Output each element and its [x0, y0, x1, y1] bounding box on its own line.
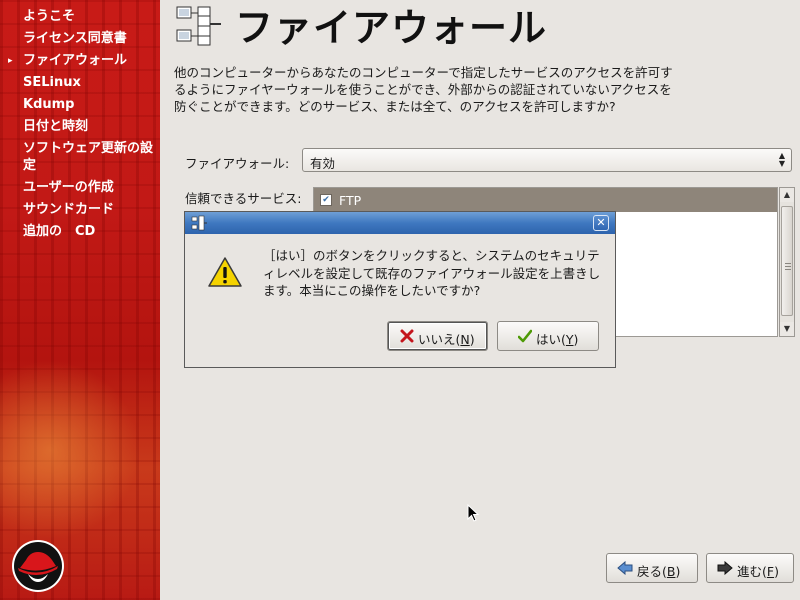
no-button[interactable]: いいえ(N) — [387, 321, 488, 351]
sidebar-item-license: ライセンス同意書 — [23, 31, 127, 46]
redhat-shadowman-logo — [12, 540, 64, 592]
arrow-right-icon — [717, 561, 733, 575]
mouse-pointer-icon — [467, 504, 479, 522]
arrow-left-icon — [617, 561, 633, 575]
yes-button[interactable]: はい(Y) — [497, 321, 599, 351]
back-button[interactable]: 戻る(B) — [606, 553, 698, 583]
warning-icon — [208, 257, 242, 287]
ftp-checkbox[interactable]: ✔ — [320, 194, 332, 206]
sidebar-item-welcome: ようこそ — [23, 9, 76, 24]
firewall-network-icon — [176, 6, 221, 46]
scroll-grip-icon — [785, 263, 791, 264]
sidebar-item-software-update: ソフトウェア更新の設定 — [23, 141, 154, 173]
firewall-select[interactable]: 有効 ▲ ▼ — [302, 148, 792, 172]
next-button[interactable]: 進む(F) — [706, 553, 794, 583]
services-scrollbar[interactable]: ▲ ▼ — [779, 187, 795, 337]
firewall-description: 他のコンピューターからあなたのコンピューターで指定したサービスのアクセスを許可す… — [174, 65, 673, 114]
confirm-dialog: ✕ ［はい］のボタンをクリックすると、システムのセキュリティレベルを設定して既存… — [184, 211, 616, 368]
sidebar-item-sound-card: サウンドカード — [23, 202, 115, 217]
scroll-thumb[interactable] — [781, 206, 793, 316]
dialog-titlebar[interactable]: ✕ — [185, 212, 615, 234]
checkmark-icon — [518, 329, 532, 343]
sidebar: ようこそ ライセンス同意書 ▸ ファイアウォール SELinux Kdump 日付… — [0, 0, 160, 600]
list-item[interactable]: ✔ FTP — [314, 188, 777, 212]
service-name: FTP — [339, 193, 362, 208]
sidebar-item-firewall: ▸ ファイアウォール — [8, 53, 128, 68]
firewall-label: ファイアウォール: — [185, 156, 290, 171]
select-arrows-icon: ▲ ▼ — [778, 151, 785, 168]
page-title: ファイアウォール — [235, 6, 548, 50]
firewall-select-value: 有効 — [310, 156, 336, 171]
trusted-services-label: 信頼できるサービス: — [185, 191, 302, 206]
dialog-close-button[interactable]: ✕ — [593, 215, 609, 231]
scroll-down-arrow-icon[interactable]: ▼ — [780, 322, 794, 336]
sidebar-item-datetime: 日付と時刻 — [23, 119, 89, 134]
sidebar-steps: ようこそ ライセンス同意書 ▸ ファイアウォール SELinux Kdump 日付… — [0, 0, 160, 243]
dialog-message: ［はい］のボタンをクリックすると、システムのセキュリティレベルを設定して既存のフ… — [263, 248, 601, 298]
sidebar-item-additional-cd: 追加の CD — [23, 224, 96, 239]
cancel-x-icon — [400, 329, 414, 343]
sidebar-item-create-user: ユーザーの作成 — [23, 180, 114, 195]
sidebar-item-selinux: SELinux — [23, 75, 81, 90]
firewall-network-icon — [191, 215, 207, 231]
sidebar-item-kdump: Kdump — [23, 97, 75, 112]
current-step-arrow-icon: ▸ — [8, 56, 13, 66]
scroll-up-arrow-icon[interactable]: ▲ — [780, 188, 794, 202]
